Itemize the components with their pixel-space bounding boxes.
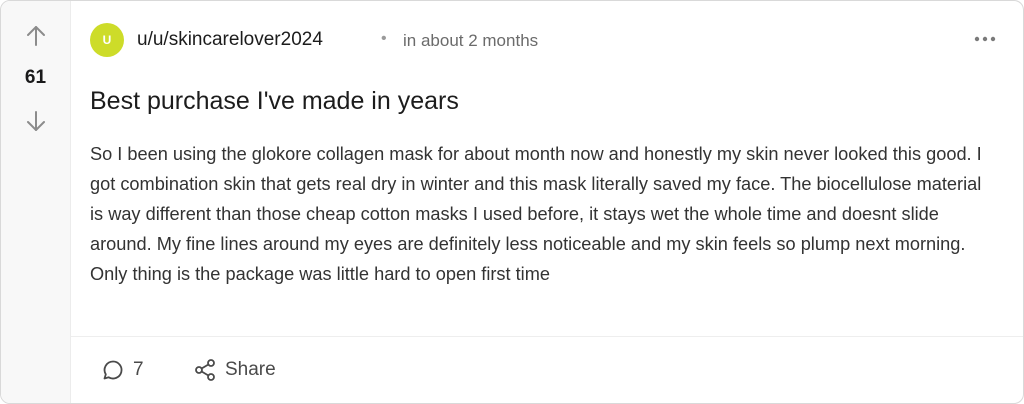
share-icon xyxy=(195,359,215,381)
avatar[interactable]: U xyxy=(90,23,124,57)
post-title[interactable]: Best purchase I've made in years xyxy=(90,87,459,116)
post-card: 61 U u/u/skincarelover2024 • in about 2 … xyxy=(0,0,1024,404)
more-options-button[interactable] xyxy=(971,25,999,53)
more-horizontal-icon xyxy=(974,36,996,42)
meta-separator: • xyxy=(381,30,387,47)
upvote-button[interactable] xyxy=(23,23,49,49)
downvote-button[interactable] xyxy=(23,108,49,134)
share-label: Share xyxy=(225,359,276,380)
comments-button[interactable]: 7 xyxy=(101,355,144,385)
arrow-down-icon xyxy=(27,111,45,131)
comment-icon xyxy=(103,360,123,380)
post-footer: 7 Share xyxy=(71,336,1023,403)
comments-count: 7 xyxy=(133,359,144,380)
vote-column: 61 xyxy=(1,1,71,403)
post-body: So I been using the glokore collagen mas… xyxy=(90,144,982,284)
avatar-letter: U xyxy=(102,33,112,47)
vote-score: 61 xyxy=(24,67,47,88)
username-link[interactable]: u/u/skincarelover2024 xyxy=(137,29,323,51)
share-button[interactable]: Share xyxy=(193,355,276,385)
post-timestamp: in about 2 months xyxy=(403,31,539,50)
post-main: U u/u/skincarelover2024 • in about 2 mon… xyxy=(71,1,1023,403)
arrow-up-icon xyxy=(27,26,45,46)
